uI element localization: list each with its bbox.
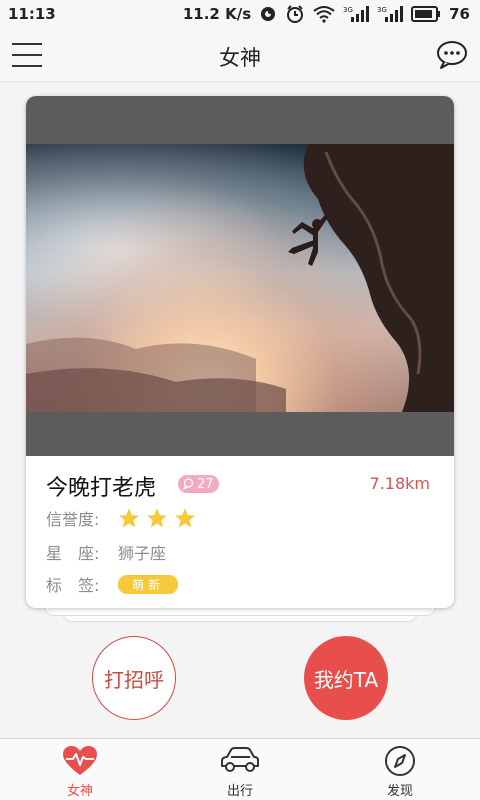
credit-label: 信誉度:	[46, 510, 100, 529]
star-icon	[175, 508, 195, 528]
compass-icon	[385, 746, 415, 776]
chat-bubble-icon[interactable]	[436, 40, 468, 70]
profile-photo	[26, 144, 454, 412]
message-count-badge: 27	[178, 475, 219, 493]
message-badge-icon	[182, 478, 194, 490]
app-header: 女神	[0, 28, 480, 82]
tag-label: 标 签:	[46, 576, 100, 595]
heart-pulse-icon	[63, 746, 97, 775]
svg-text:3G: 3G	[343, 6, 353, 14]
bottom-tab-bar: 女神 出行 发现	[0, 738, 480, 800]
network-speed: 11.2 K/s	[182, 5, 252, 23]
date-button[interactable]: 我约TA	[304, 636, 388, 720]
star-icon	[147, 508, 167, 528]
tab-label: 女神	[66, 784, 93, 799]
alarm-icon	[261, 7, 276, 21]
greet-button[interactable]: 打招呼	[92, 636, 176, 720]
star-icon	[119, 508, 139, 528]
svg-text:3G: 3G	[377, 6, 387, 14]
profile-card[interactable]: 今晚打老虎 27 7.18km 信誉度: 星 座: 狮子座 标 签: 萌新	[26, 96, 454, 608]
profile-tag: 萌新	[118, 574, 179, 594]
zodiac-label: 星 座:	[46, 544, 100, 563]
credit-row: 信誉度:	[46, 506, 196, 530]
signal-3g-icon: 3G	[377, 6, 404, 22]
credit-stars	[118, 507, 196, 529]
tab-travel[interactable]: 出行	[160, 739, 320, 800]
message-count: 27	[197, 476, 214, 492]
battery-icon	[411, 6, 441, 22]
signal-3g-icon: 3G	[343, 6, 370, 22]
wifi-icon	[313, 6, 335, 23]
profile-distance: 7.18km	[369, 474, 430, 493]
tab-label: 发现	[386, 784, 413, 799]
battery-level: 76	[449, 5, 470, 23]
zodiac-value: 狮子座	[118, 544, 167, 563]
profile-info: 今晚打老虎 27 7.18km 信誉度: 星 座: 狮子座 标 签: 萌新	[26, 456, 454, 608]
zodiac-row: 星 座: 狮子座	[46, 540, 166, 564]
page-title: 女神	[219, 46, 261, 70]
photo-frame	[26, 96, 454, 456]
status-icons: 11.2 K/s 3G 3G 76	[183, 4, 470, 24]
tab-goddess[interactable]: 女神	[0, 739, 160, 800]
status-bar: 11:13 11.2 K/s 3G 3G 76	[0, 0, 480, 28]
profile-nickname: 今晚打老虎	[46, 476, 157, 501]
tab-discover[interactable]: 发现	[320, 739, 480, 800]
tab-label: 出行	[226, 784, 253, 799]
clock-icon	[287, 5, 304, 23]
car-icon	[221, 747, 259, 772]
status-time: 11:13	[8, 5, 56, 23]
tag-row: 标 签: 萌新	[46, 572, 179, 596]
